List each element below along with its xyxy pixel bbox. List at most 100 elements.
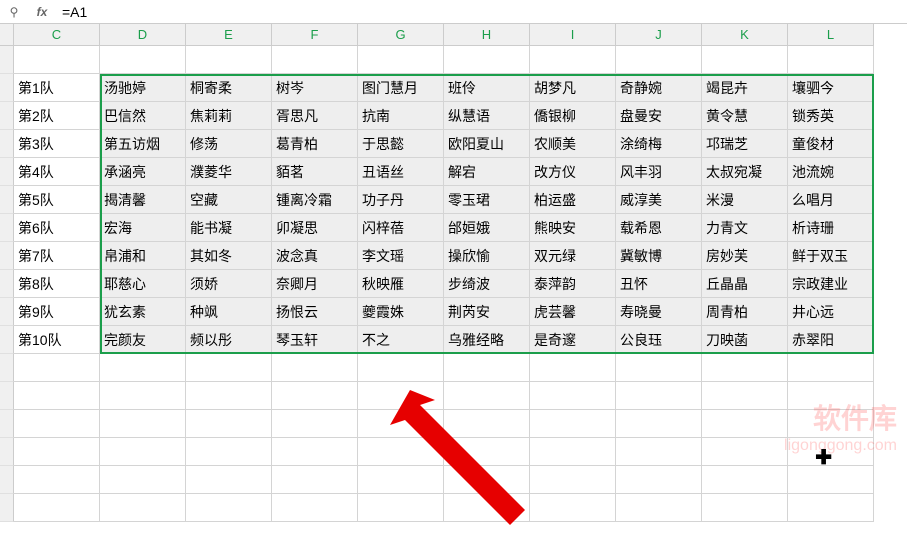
cell[interactable] [616,466,702,494]
row-num[interactable] [0,74,14,102]
cell[interactable]: 奇静婉 [616,74,702,102]
cell[interactable] [100,354,186,382]
col-header-F[interactable]: F [272,24,358,46]
cell[interactable]: 丑怀 [616,270,702,298]
col-header-H[interactable]: H [444,24,530,46]
cell[interactable] [186,438,272,466]
cell[interactable]: 貊茗 [272,158,358,186]
cell[interactable]: 赤翠阳 [788,326,874,354]
cell[interactable]: 农顺美 [530,130,616,158]
row-num[interactable] [0,494,14,522]
cell[interactable] [788,46,874,74]
cell[interactable]: 涂绮梅 [616,130,702,158]
col-header-L[interactable]: L [788,24,874,46]
cell[interactable]: 修荡 [186,130,272,158]
cell[interactable]: 零玉珺 [444,186,530,214]
row-label[interactable]: 第2队 [14,102,100,130]
row-label[interactable]: 第4队 [14,158,100,186]
cell[interactable] [702,354,788,382]
cell[interactable] [272,382,358,410]
cell[interactable] [14,354,100,382]
cell[interactable]: 桐寄柔 [186,74,272,102]
cell[interactable]: 种飒 [186,298,272,326]
cell[interactable] [444,354,530,382]
cell[interactable]: 池流婉 [788,158,874,186]
cell[interactable] [358,438,444,466]
cell[interactable]: 葛青柏 [272,130,358,158]
row-num[interactable] [0,382,14,410]
cell[interactable] [530,410,616,438]
cell[interactable] [530,382,616,410]
cell[interactable]: 改方仪 [530,158,616,186]
row-label[interactable]: 第9队 [14,298,100,326]
cell[interactable]: 解宕 [444,158,530,186]
cell[interactable] [358,466,444,494]
cell[interactable] [358,494,444,522]
cell[interactable]: 童俊材 [788,130,874,158]
cell[interactable] [702,410,788,438]
col-header-E[interactable]: E [186,24,272,46]
cell[interactable]: 频以彤 [186,326,272,354]
cell[interactable]: 李文瑶 [358,242,444,270]
cell[interactable]: 冀敏博 [616,242,702,270]
cell[interactable]: 风丰羽 [616,158,702,186]
cell[interactable]: 盘曼安 [616,102,702,130]
cell[interactable] [186,46,272,74]
cell[interactable]: 竭昆卉 [702,74,788,102]
fx-icon[interactable]: fx [28,0,56,23]
cell[interactable]: 丑语丝 [358,158,444,186]
cell[interactable]: 邰姮娥 [444,214,530,242]
cell[interactable]: 周青柏 [702,298,788,326]
row-num[interactable] [0,186,14,214]
cell[interactable]: 太叔宛凝 [702,158,788,186]
cell[interactable] [100,410,186,438]
cell[interactable] [444,494,530,522]
cell[interactable] [616,438,702,466]
cell[interactable] [358,354,444,382]
cell[interactable] [358,46,444,74]
cell[interactable]: 力青文 [702,214,788,242]
cell[interactable]: 虎芸馨 [530,298,616,326]
cell[interactable] [100,382,186,410]
cell[interactable]: 泰萍韵 [530,270,616,298]
cell[interactable] [100,438,186,466]
row-num[interactable] [0,270,14,298]
cell[interactable] [444,410,530,438]
cell[interactable]: 汤驰婷 [100,74,186,102]
col-header-J[interactable]: J [616,24,702,46]
cell[interactable] [616,410,702,438]
cell[interactable]: 邛瑞芝 [702,130,788,158]
cell[interactable]: 柏运盛 [530,186,616,214]
cell[interactable]: 须娇 [186,270,272,298]
cell[interactable] [616,382,702,410]
cell[interactable] [186,354,272,382]
cell[interactable] [702,438,788,466]
cell[interactable] [186,382,272,410]
cell[interactable]: 载希恩 [616,214,702,242]
cell[interactable]: 房妙芙 [702,242,788,270]
cell[interactable]: 能书凝 [186,214,272,242]
cell[interactable] [530,466,616,494]
cell[interactable] [100,46,186,74]
cell[interactable]: 波念真 [272,242,358,270]
cell[interactable]: 丘晶晶 [702,270,788,298]
cell[interactable]: 米漫 [702,186,788,214]
cell[interactable]: 耶慈心 [100,270,186,298]
cell[interactable] [358,382,444,410]
row-num[interactable] [0,130,14,158]
cell[interactable] [788,466,874,494]
cell[interactable]: 锺离冷霜 [272,186,358,214]
cell[interactable] [186,410,272,438]
cell[interactable]: 不之 [358,326,444,354]
cell[interactable] [702,494,788,522]
row-num[interactable] [0,410,14,438]
cell[interactable] [14,382,100,410]
cell[interactable] [100,466,186,494]
cell[interactable] [616,494,702,522]
cell[interactable] [788,354,874,382]
row-label[interactable]: 第5队 [14,186,100,214]
search-icon[interactable]: ⚲ [0,0,28,23]
cell[interactable]: 夔霞姝 [358,298,444,326]
cell[interactable]: 刀映菡 [702,326,788,354]
cell[interactable] [272,438,358,466]
